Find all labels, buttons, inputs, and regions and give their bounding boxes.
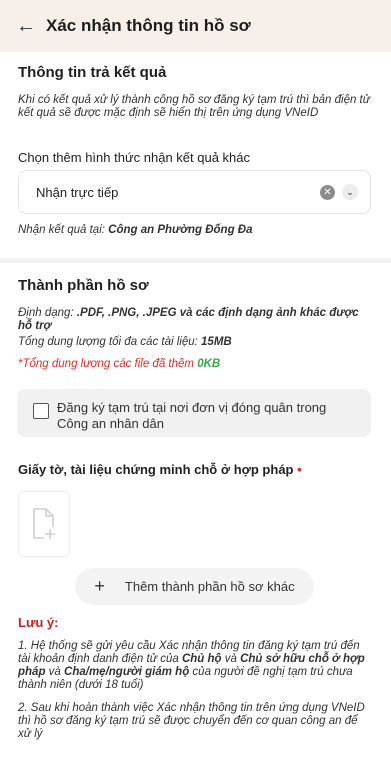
upload-file-button[interactable] — [18, 491, 70, 557]
unit-checkbox-label: Đăng ký tạm trú tại nơi đơn vị đóng quân… — [57, 400, 327, 431]
total-size-line: *Tổng dung lượng các file đã thêm 0KB — [18, 358, 373, 371]
receive-at-value: Công an Phường Đống Đa — [108, 224, 253, 236]
required-mark: • — [297, 462, 302, 477]
unit-checkbox-row[interactable]: Đăng ký tạm trú tại nơi đơn vị đóng quân… — [17, 389, 371, 437]
format-label: Định dạng: — [18, 307, 77, 319]
result-info-title: Thông tin trả kết quả — [18, 64, 167, 81]
note-item-1: 1. Hệ thống sẽ gửi yêu cầu Xác nhận thôn… — [18, 640, 371, 692]
note-1-text-c: và — [221, 653, 241, 665]
plus-icon: + — [94, 576, 105, 596]
total-size-label: *Tổng dung lượng các file đã thêm — [18, 358, 198, 370]
unit-checkbox[interactable] — [33, 403, 49, 419]
choose-method-label: Chọn thêm hình thức nhận kết quả khác — [18, 150, 251, 165]
receive-at-line: Nhận kết quả tại: Công an Phường Đống Đa — [18, 224, 373, 237]
file-add-icon — [33, 508, 55, 539]
result-info-description: Khi có kết quả xử lý thành công hồ sơ đă… — [18, 94, 371, 119]
note-item-2: 2. Sau khi hoàn thành việc Xác nhận thôn… — [18, 702, 365, 740]
receive-at-label: Nhận kết quả tại: — [18, 224, 109, 236]
notes-list: 1. Hệ thống sẽ gửi yêu cầu Xác nhận thôn… — [18, 640, 371, 751]
clear-icon[interactable]: ✕ — [320, 184, 335, 200]
arrow-left-icon[interactable]: ← — [16, 16, 38, 36]
max-size-label: Tổng dung lượng tối đa các tài liệu: — [18, 336, 202, 348]
total-size-value: 0KB — [197, 358, 221, 370]
note-1-bold-chu-ho: Chủ hộ — [181, 653, 222, 665]
chevron-down-icon[interactable]: ⌄ — [342, 184, 358, 200]
components-title-wrap: Thành phần hồ sơ — [18, 277, 373, 294]
document-label-row: Giấy tờ, tài liệu chứng minh chỗ ở hợp p… — [18, 462, 373, 477]
add-component-label: Thêm thành phần hồ sơ khác — [124, 579, 295, 594]
receive-method-value: Nhận trực tiếp — [36, 184, 119, 200]
note-1-text-e: và — [45, 666, 65, 678]
components-title: Thành phần hồ sơ — [18, 277, 149, 294]
section-divider — [0, 258, 391, 263]
max-size-value: 15MB — [201, 336, 232, 348]
app-header: ← Xác nhận thông tin hồ sơ — [0, 0, 391, 52]
page-title: Xác nhận thông tin hồ sơ — [46, 16, 251, 35]
result-info-section: Thông tin trả kết quả — [18, 64, 373, 81]
receive-method-select[interactable]: Nhận trực tiếp ✕ ⌄ — [18, 170, 371, 214]
max-size-line: Tổng dung lượng tối đa các tài liệu: 15M… — [18, 336, 373, 349]
format-line: Định dạng: .PDF, .PNG, .JPEG và các định… — [18, 307, 373, 333]
document-label: Giấy tờ, tài liệu chứng minh chỗ ở hợp p… — [18, 462, 294, 477]
note-1-bold-guardian: Cha/mẹ/người giám hộ — [64, 666, 190, 678]
notes-title: Lưu ý: — [18, 615, 59, 630]
add-component-button[interactable]: + Thêm thành phần hồ sơ khác — [75, 568, 314, 605]
